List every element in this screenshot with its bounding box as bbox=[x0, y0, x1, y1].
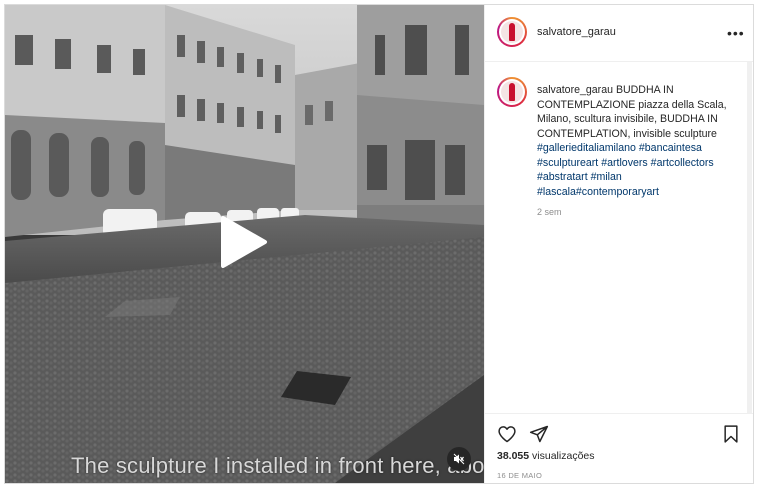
mute-button[interactable] bbox=[447, 447, 471, 471]
ellipsis-icon[interactable]: ••• bbox=[727, 25, 745, 41]
hashtag[interactable]: #bancaintesa bbox=[639, 142, 702, 154]
bookmark-icon bbox=[724, 425, 738, 443]
hashtag[interactable]: #contemporaryart bbox=[576, 186, 659, 198]
video-player[interactable]: The sculpture I installed in front here,… bbox=[5, 5, 484, 483]
views-label: visualizações bbox=[532, 450, 595, 462]
comment-avatar[interactable] bbox=[497, 77, 527, 107]
play-icon bbox=[221, 216, 267, 268]
hashtag[interactable]: #artlovers bbox=[601, 157, 648, 169]
heart-icon bbox=[498, 426, 516, 443]
caption-comment: salvatore_garau BUDDHA IN CONTEMPLAZIONE… bbox=[537, 83, 737, 199]
hashtag[interactable]: #abstratart bbox=[537, 171, 588, 183]
avatar[interactable] bbox=[497, 17, 527, 47]
views-count[interactable]: 38.055 visualizações bbox=[497, 450, 595, 462]
play-button[interactable] bbox=[219, 215, 269, 269]
hashtag[interactable]: #gallerieditaliamilano bbox=[537, 142, 636, 154]
post-date[interactable]: 16 DE MAIO bbox=[497, 471, 542, 480]
views-number: 38.055 bbox=[497, 450, 530, 462]
muted-speaker-icon bbox=[453, 453, 465, 465]
header-username[interactable]: salvatore_garau bbox=[537, 26, 616, 38]
hashtag[interactable]: #sculptureart bbox=[537, 157, 598, 169]
hashtag[interactable]: #milan bbox=[591, 171, 622, 183]
action-bar: 38.055 visualizações 16 DE MAIO bbox=[485, 413, 753, 483]
video-subtitle: The sculpture I installed in front here,… bbox=[71, 453, 484, 478]
caption-username[interactable]: salvatore_garau bbox=[537, 84, 613, 96]
like-button[interactable] bbox=[497, 424, 517, 449]
comments-scrollbar[interactable] bbox=[747, 62, 752, 414]
paper-plane-icon bbox=[529, 425, 549, 443]
save-button[interactable] bbox=[721, 424, 741, 449]
post-header: salvatore_garau ••• bbox=[485, 5, 753, 62]
post-modal: The sculpture I installed in front here,… bbox=[4, 4, 754, 484]
share-button[interactable] bbox=[529, 424, 549, 449]
post-details-panel: salvatore_garau ••• salvatore_garau BUDD… bbox=[484, 5, 753, 483]
hashtag[interactable]: #lascala bbox=[537, 186, 576, 198]
hashtag[interactable]: #artcollectors bbox=[651, 157, 714, 169]
comment-time[interactable]: 2 sem bbox=[537, 207, 562, 217]
